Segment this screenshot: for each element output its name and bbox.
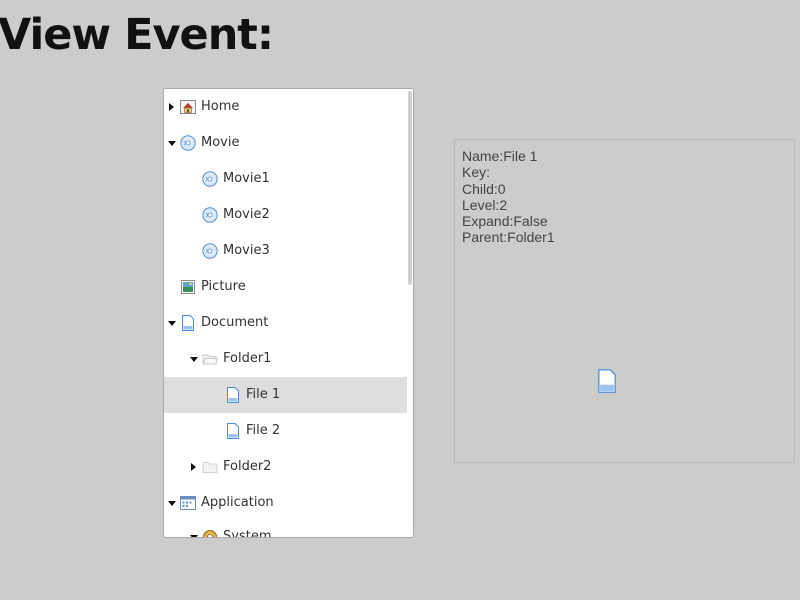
tree-node-movie2[interactable]: Movie2 <box>164 197 407 233</box>
tree-node-label: Document <box>201 315 269 330</box>
tree-node-label: Home <box>201 99 240 114</box>
tree-node-system[interactable]: System <box>164 519 407 538</box>
file-icon <box>598 369 616 393</box>
tree-node-label: Picture <box>201 279 246 294</box>
document-icon <box>182 315 194 331</box>
info-name: Name:File 1 <box>462 148 538 164</box>
tree-node-label: Application <box>201 495 274 510</box>
movie-disc-icon <box>202 171 218 187</box>
tree-node-label: Folder2 <box>223 459 272 474</box>
picture-icon <box>181 280 195 294</box>
folder-open-icon <box>202 354 218 365</box>
tree-node-movie[interactable]: Movie <box>164 125 407 161</box>
file-icon <box>227 387 239 403</box>
info-parent: Parent:Folder1 <box>462 229 555 246</box>
collapse-arrow-icon[interactable] <box>168 501 176 506</box>
application-icon <box>180 496 196 510</box>
event-info-panel: Name:File 1 Key: Child:0 Level:2 Expand:… <box>454 139 795 463</box>
expand-arrow-icon[interactable] <box>169 103 174 111</box>
info-level: Level:2 <box>462 196 508 213</box>
tree-node-label: Movie1 <box>223 171 270 186</box>
collapse-arrow-icon[interactable] <box>190 357 198 362</box>
tree-view[interactable]: Home Movie Movie1 Movie2 Movie3 Picture … <box>163 88 414 538</box>
movie-disc-icon <box>202 243 218 259</box>
system-icon <box>203 530 217 537</box>
tree-node-label: Movie3 <box>223 243 270 258</box>
tree-node-picture[interactable]: Picture <box>164 269 407 305</box>
file-icon <box>227 423 239 439</box>
scrollbar-thumb[interactable] <box>408 91 412 285</box>
tree-node-movie3[interactable]: Movie3 <box>164 233 407 269</box>
home-icon <box>180 100 196 114</box>
tree-node-label: Movie <box>201 135 240 150</box>
tree-node-movie1[interactable]: Movie1 <box>164 161 407 197</box>
info-key: Key: <box>462 164 491 181</box>
tree-node-label: System <box>223 529 272 538</box>
page-title: View Event: <box>0 10 274 60</box>
info-child: Child:0 <box>462 180 506 197</box>
tree-node-label: Movie2 <box>223 207 270 222</box>
tree-node-file1[interactable]: File 1 <box>164 377 407 413</box>
collapse-arrow-icon[interactable] <box>168 321 176 326</box>
tree-node-application[interactable]: Application <box>164 485 407 521</box>
tree-node-home[interactable]: Home <box>164 89 407 125</box>
collapse-arrow-icon[interactable] <box>168 141 176 146</box>
movie-disc-icon <box>180 135 196 151</box>
tree-node-folder1[interactable]: Folder1 <box>164 341 407 377</box>
tree-node-document[interactable]: Document <box>164 305 407 341</box>
collapse-arrow-icon[interactable] <box>190 535 198 537</box>
folder-icon <box>202 462 218 473</box>
movie-disc-icon <box>202 207 218 223</box>
tree-node-folder2[interactable]: Folder2 <box>164 449 407 485</box>
tree-node-label: File 2 <box>246 423 281 438</box>
info-expand: Expand:False <box>462 213 548 230</box>
tree-node-file2[interactable]: File 2 <box>164 413 407 449</box>
expand-arrow-icon[interactable] <box>191 463 196 471</box>
tree-node-label: Folder1 <box>223 351 272 366</box>
tree-node-label: File 1 <box>246 387 281 402</box>
